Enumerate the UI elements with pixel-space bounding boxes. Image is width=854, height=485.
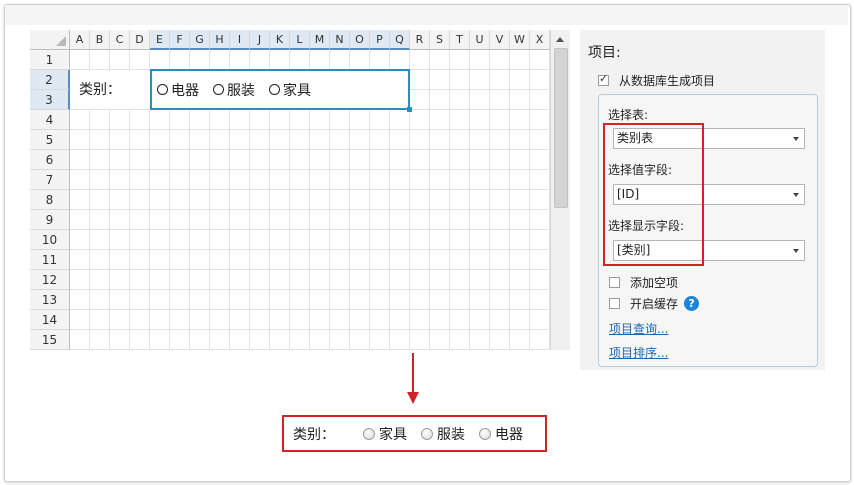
result-radio-option[interactable]: 电器 [479,424,523,444]
column-header[interactable]: I [230,30,250,50]
result-radio-label: 电器 [495,426,523,443]
top-bar [5,5,848,25]
scroll-up-arrow-icon[interactable] [556,37,564,42]
enable-cache-checkbox[interactable] [609,298,620,309]
result-preview: 类别： 家具 服装 电器 [282,415,547,452]
select-all-corner[interactable] [30,30,70,50]
row-header[interactable]: 14 [30,310,70,330]
result-radio-option[interactable]: 家具 [363,424,407,444]
radio-group-cell[interactable]: 电器 服装 家具 [150,69,410,110]
column-header[interactable]: H [210,30,230,50]
radio-option-label: 家具 [283,82,311,99]
vertical-scrollbar[interactable] [550,30,570,350]
column-header[interactable]: O [350,30,370,50]
radio-option[interactable]: 服装 [213,80,255,100]
radio-option-label: 电器 [171,82,199,99]
column-header[interactable]: T [450,30,470,50]
dropdown-arrow-icon[interactable] [793,193,799,197]
column-header[interactable]: D [130,30,150,50]
row-header[interactable]: 2 [30,70,70,90]
column-header[interactable]: K [270,30,290,50]
column-header[interactable]: L [290,30,310,50]
from-db-checkbox[interactable] [598,72,609,86]
radio-option[interactable]: 家具 [269,80,311,100]
down-arrow-shaft [412,353,414,393]
column-header[interactable]: V [490,30,510,50]
radio-circle-icon [479,427,491,440]
column-header[interactable]: J [250,30,270,50]
category-label-cell[interactable]: 类别： [71,71,150,109]
column-header[interactable]: N [330,30,350,50]
column-header[interactable]: G [190,30,210,50]
result-radio-label: 家具 [379,426,407,443]
column-header[interactable]: A [70,30,90,50]
radio-option[interactable]: 电器 [157,80,199,100]
row-header[interactable]: 15 [30,330,70,350]
result-label: 类别： [293,426,335,443]
result-radio-option[interactable]: 服装 [421,424,465,444]
radio-circle-icon [213,84,224,95]
column-header[interactable]: Q [390,30,410,50]
row-header[interactable]: 9 [30,210,70,230]
column-header[interactable]: E [150,30,170,50]
radio-circle-icon [421,427,433,440]
dropdown-arrow-icon[interactable] [793,137,799,141]
result-radio-label: 服装 [437,426,465,443]
radio-circle-icon [363,427,375,440]
row-header[interactable]: 5 [30,130,70,150]
row-header[interactable]: 7 [30,170,70,190]
enable-cache-checkbox-row[interactable]: 开启缓存 ? [609,295,700,312]
row-header[interactable]: 10 [30,230,70,250]
column-header[interactable]: B [90,30,110,50]
add-empty-checkbox-row[interactable]: 添加空项 [609,274,678,291]
column-header[interactable]: S [430,30,450,50]
add-empty-label: 添加空项 [630,276,679,290]
column-header[interactable]: F [170,30,190,50]
item-sort-link[interactable]: 项目排序... [609,344,668,361]
radio-option-label: 服装 [227,82,255,99]
column-header[interactable]: C [110,30,130,50]
select-table-label: 选择表: [608,108,649,122]
row-header[interactable]: 12 [30,270,70,290]
selection-resize-handle[interactable] [407,107,412,112]
row-header[interactable]: 11 [30,250,70,270]
help-icon[interactable]: ? [684,296,700,311]
column-header[interactable]: R [410,30,430,50]
column-header[interactable]: U [470,30,490,50]
column-header[interactable]: M [310,30,330,50]
radio-circle-icon [269,84,280,95]
row-header[interactable]: 3 [30,90,70,110]
row-header[interactable]: 13 [30,290,70,310]
from-db-checkbox-row[interactable]: 从数据库生成项目 [598,72,715,89]
column-header[interactable]: X [530,30,550,50]
add-empty-checkbox[interactable] [609,277,620,288]
scrollbar-thumb[interactable] [554,48,568,208]
panel-title: 项目: [588,45,621,61]
row-header[interactable]: 6 [30,150,70,170]
radio-circle-icon [157,84,168,95]
row-header[interactable]: 1 [30,50,70,70]
from-db-label: 从数据库生成项目 [619,74,716,88]
item-query-link[interactable]: 项目查询... [609,320,668,337]
corner-triangle-icon [56,36,66,46]
spreadsheet[interactable]: ABCDEFGHIJKLMNOPQRSTUVWX 1 2 3 4 5 6 7 8 9 10 11 12… [30,30,550,350]
row-header[interactable]: 8 [30,190,70,210]
dropdown-arrow-icon[interactable] [793,249,799,253]
row-header[interactable]: 4 [30,110,70,130]
column-header[interactable]: P [370,30,390,50]
column-header[interactable]: W [510,30,530,50]
highlight-box-db-fields [603,123,704,266]
down-arrow-icon [407,392,419,404]
enable-cache-label: 开启缓存 [630,297,679,311]
